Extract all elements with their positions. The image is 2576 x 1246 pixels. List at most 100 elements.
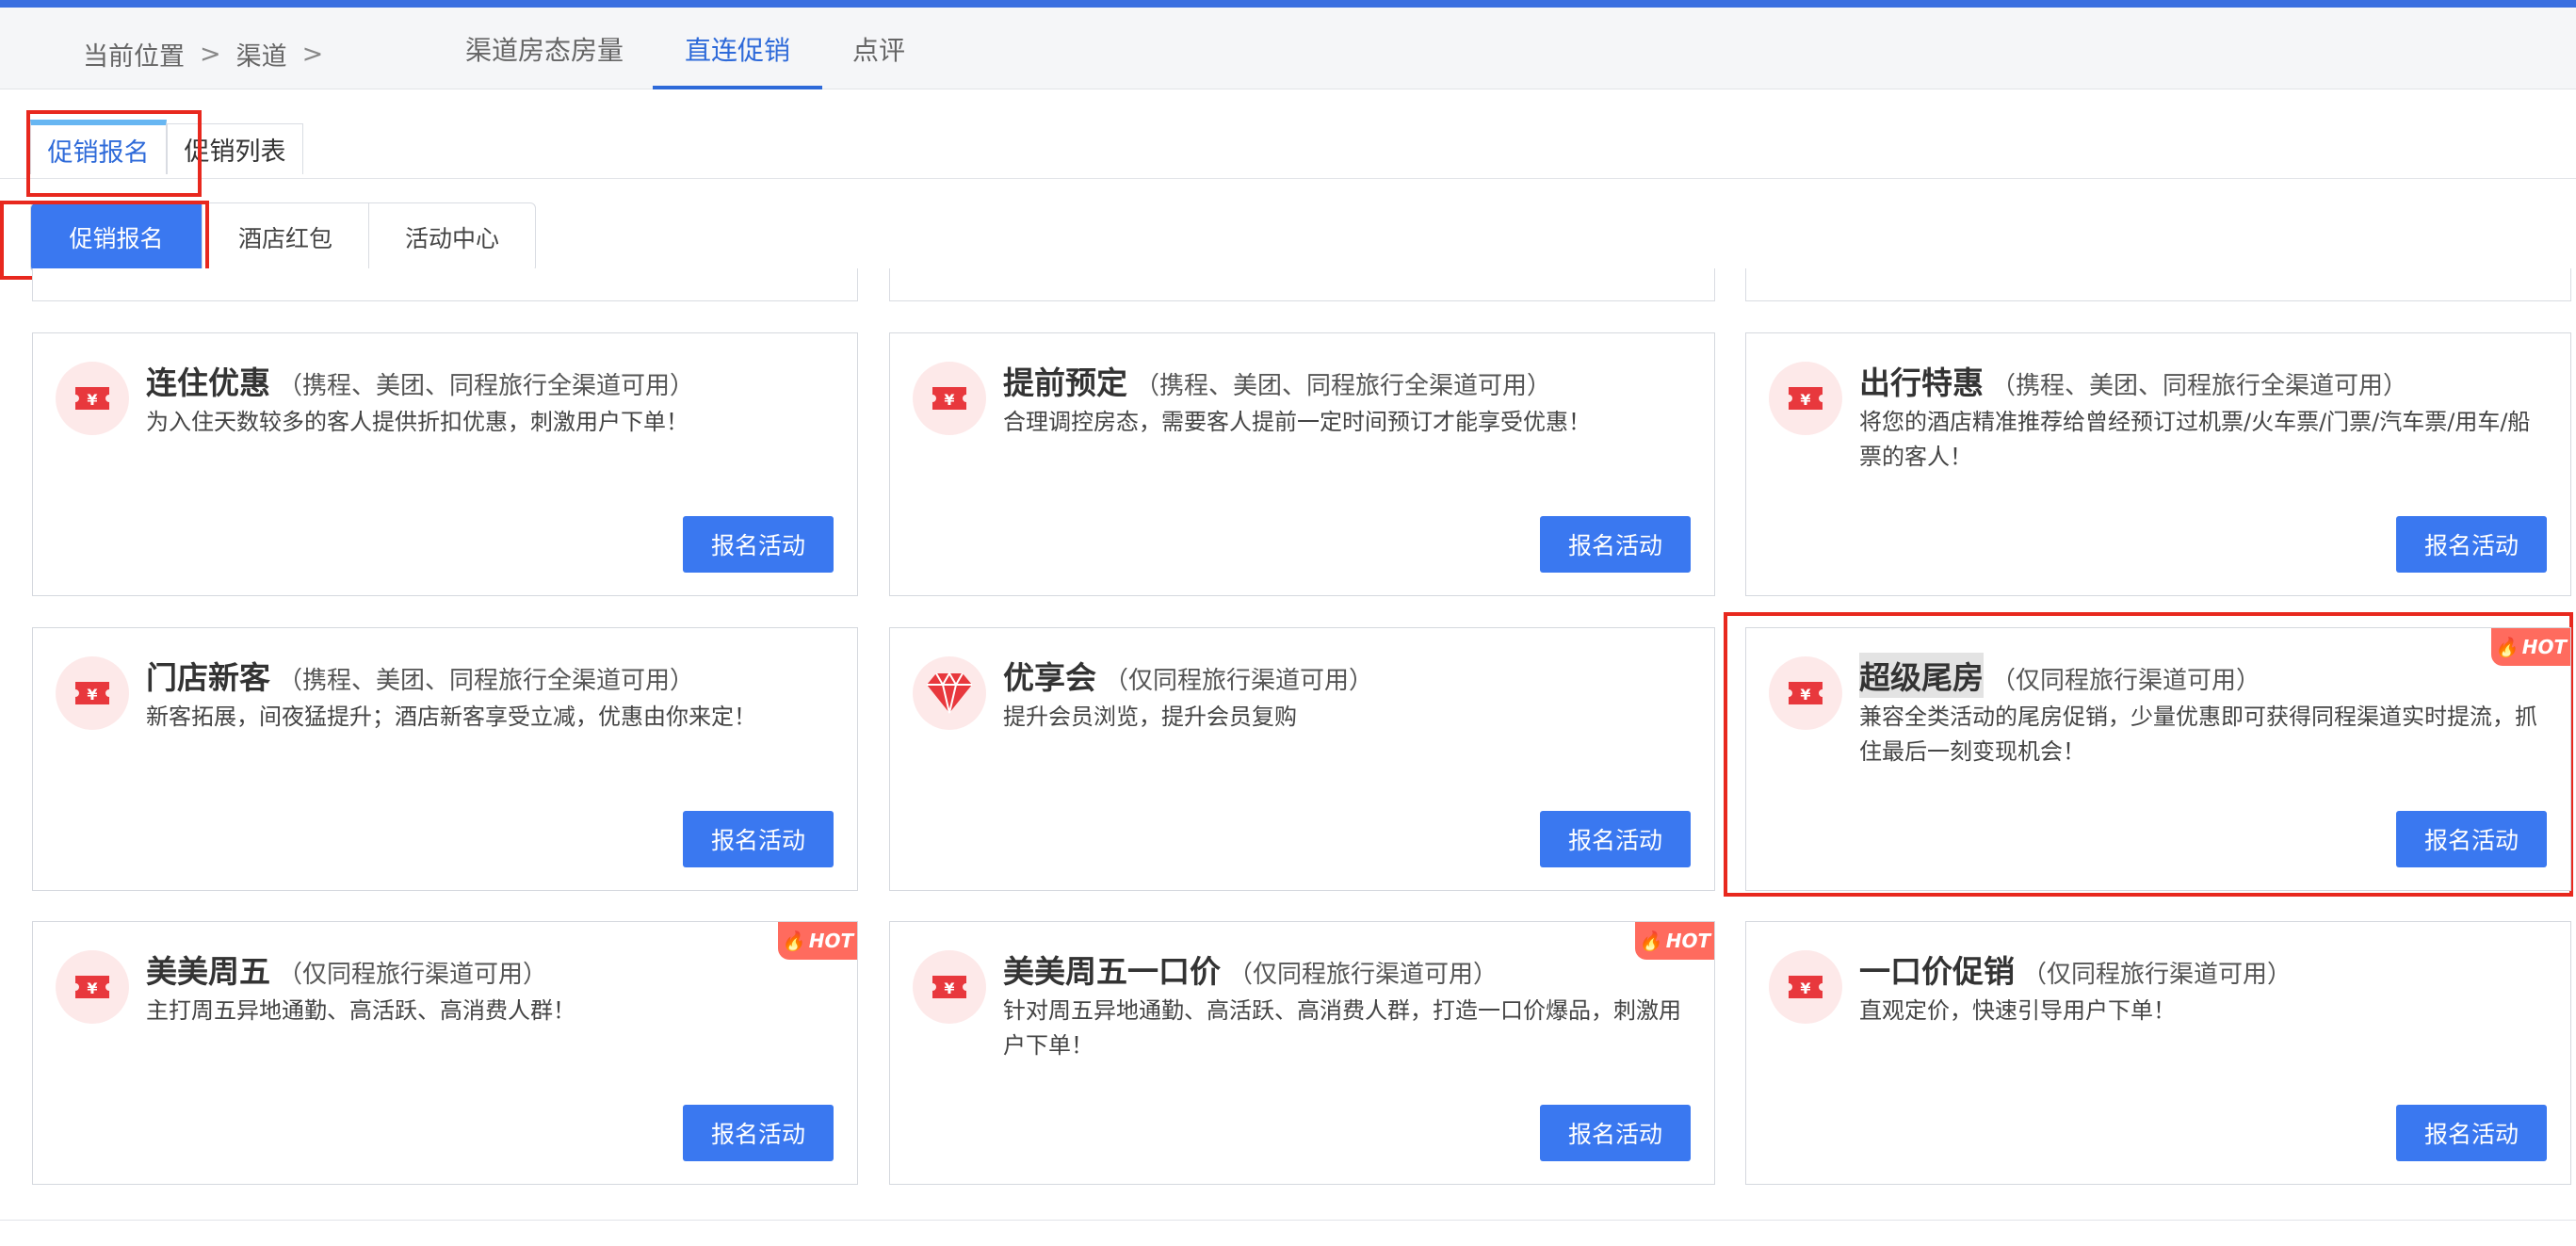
- card-title-row: 美美周五 （仅同程旅行渠道可用）: [146, 947, 838, 992]
- card-partial: [1745, 268, 2571, 301]
- flame-icon: 🔥: [1638, 930, 1662, 952]
- breadcrumb: 当前位置 > 渠道 >: [83, 36, 323, 73]
- tab-channel-room-status[interactable]: 渠道房态房量: [465, 30, 624, 89]
- card-title-row: 门店新客 （携程、美团、同程旅行全渠道可用）: [146, 653, 838, 698]
- breadcrumb-separator: >: [301, 40, 324, 69]
- card-title: 超级尾房: [1859, 653, 1984, 698]
- signup-activity-button[interactable]: 报名活动: [683, 1105, 834, 1161]
- breadcrumb-current-position: 当前位置: [83, 42, 185, 72]
- promotion-card: ¥ 提前预定 （携程、美团、同程旅行全渠道可用） 合理调控房态，需要客人提前一定时间预…: [889, 332, 1715, 596]
- promotion-card: ¥ 出行特惠 （携程、美团、同程旅行全渠道可用） 将您的酒店精准推荐给曾经预订过机票/…: [1745, 332, 2571, 596]
- card-title-row: 一口价促销 （仅同程旅行渠道可用）: [1859, 947, 2552, 992]
- sub-tabs: 促销报名 促销列表: [0, 89, 2576, 179]
- flame-icon: 🔥: [781, 930, 805, 952]
- promotion-card: ¥ 超级尾房 （仅同程旅行渠道可用） 兼容全类活动的尾房促销，少量优惠即可获得同程渠道…: [1745, 627, 2571, 891]
- card-channel-scope: （仅同程旅行渠道可用）: [278, 961, 548, 989]
- card-title: 优享会: [1003, 659, 1096, 696]
- promotion-card: ¥ 连住优惠 （携程、美团、同程旅行全渠道可用） 为入住天数较多的客人提供折扣优惠，刺…: [32, 332, 858, 596]
- card-partial: [889, 268, 1715, 301]
- diamond-icon: [913, 656, 986, 730]
- top-accent-bar: [0, 0, 2576, 8]
- page-header: 当前位置 > 渠道 > 渠道房态房量 直连促销 点评: [0, 8, 2576, 89]
- card-channel-scope: （仅同程旅行渠道可用）: [2022, 961, 2292, 989]
- breadcrumb-separator: >: [200, 40, 221, 69]
- card-description: 为入住天数较多的客人提供折扣优惠，刺激用户下单！: [146, 409, 689, 435]
- card-channel-scope: （仅同程旅行渠道可用）: [1228, 961, 1499, 989]
- card-title: 提前预定: [1003, 364, 1127, 401]
- hot-badge-label: HOT: [808, 930, 854, 952]
- tab-promotion-list[interactable]: 促销列表: [167, 123, 303, 174]
- card-description: 针对周五异地通勤、高活跃、高消费人群，打造一口价爆品，刺激用户下单！: [1003, 997, 1681, 1059]
- card-description: 提升会员浏览，提升会员复购: [1003, 704, 1297, 730]
- card-title-row: 提前预定 （携程、美团、同程旅行全渠道可用）: [1003, 358, 1695, 403]
- ticket-yuan-icon: ¥: [1769, 362, 1842, 435]
- signup-activity-button[interactable]: 报名活动: [2396, 516, 2547, 573]
- promotion-card: 优享会 （仅同程旅行渠道可用） 提升会员浏览，提升会员复购报名活动: [889, 627, 1715, 891]
- ticket-yuan-icon: ¥: [1769, 950, 1842, 1024]
- segment-activity-center[interactable]: 活动中心: [369, 203, 535, 271]
- svg-text:¥: ¥: [1800, 979, 1810, 997]
- hot-badge-label: HOT: [2521, 636, 2568, 658]
- card-description: 兼容全类活动的尾房促销，少量优惠即可获得同程渠道实时提流，抓住最后一刻变现机会！: [1859, 704, 2537, 765]
- svg-text:¥: ¥: [87, 979, 97, 997]
- signup-activity-button[interactable]: 报名活动: [683, 811, 834, 867]
- promotion-type-segment: 促销报名 酒店红包 活动中心: [30, 202, 536, 272]
- card-title-row: 出行特惠 （携程、美团、同程旅行全渠道可用）: [1859, 358, 2552, 403]
- card-description: 直观定价，快速引导用户下单！: [1859, 997, 2176, 1024]
- ticket-yuan-icon: ¥: [56, 362, 129, 435]
- card-channel-scope: （仅同程旅行渠道可用）: [1991, 667, 2261, 695]
- divider: [0, 178, 2576, 179]
- card-description: 新客拓展，间夜猛提升；酒店新客享受立减，优惠由你来定！: [146, 704, 756, 730]
- hot-badge-label: HOT: [1665, 930, 1711, 952]
- card-title: 美美周五: [146, 953, 270, 990]
- signup-activity-button[interactable]: 报名活动: [2396, 811, 2547, 867]
- svg-text:¥: ¥: [1800, 686, 1810, 704]
- ticket-yuan-icon: ¥: [913, 950, 986, 1024]
- card-title: 门店新客: [146, 659, 270, 696]
- breadcrumb-channel[interactable]: 渠道: [236, 36, 287, 73]
- svg-text:¥: ¥: [944, 391, 954, 409]
- card-title: 一口价促销: [1859, 953, 2015, 990]
- bottom-status-strip: [0, 1220, 2576, 1246]
- svg-text:¥: ¥: [1800, 391, 1810, 409]
- svg-text:¥: ¥: [87, 391, 97, 409]
- promotion-card: ¥ 美美周五 （仅同程旅行渠道可用） 主打周五异地通勤、高活跃、高消费人群！ 报名活动 🔥…: [32, 921, 858, 1185]
- card-title: 出行特惠: [1859, 364, 1984, 401]
- card-description: 主打周五异地通勤、高活跃、高消费人群！: [146, 997, 575, 1024]
- hot-badge: 🔥 HOT: [778, 922, 857, 960]
- card-title-row: 超级尾房 （仅同程旅行渠道可用）: [1859, 653, 2552, 698]
- promotion-card: ¥ 一口价促销 （仅同程旅行渠道可用） 直观定价，快速引导用户下单！ 报名活动: [1745, 921, 2571, 1185]
- card-channel-scope: （携程、美团、同程旅行全渠道可用）: [278, 667, 695, 695]
- tab-direct-promotion[interactable]: 直连促销: [652, 30, 823, 89]
- signup-activity-button[interactable]: 报名活动: [2396, 1105, 2547, 1161]
- card-partial: [32, 268, 858, 301]
- ticket-yuan-icon: ¥: [56, 656, 129, 730]
- svg-text:¥: ¥: [87, 686, 97, 704]
- signup-activity-button[interactable]: 报名活动: [1540, 1105, 1691, 1161]
- hot-badge: 🔥 HOT: [2491, 628, 2570, 666]
- ticket-yuan-icon: ¥: [56, 950, 129, 1024]
- card-channel-scope: （携程、美团、同程旅行全渠道可用）: [1991, 372, 2408, 400]
- card-title-row: 连住优惠 （携程、美团、同程旅行全渠道可用）: [146, 358, 838, 403]
- promotion-card: ¥ 美美周五一口价 （仅同程旅行渠道可用） 针对周五异地通勤、高活跃、高消费人群，打造…: [889, 921, 1715, 1185]
- card-channel-scope: （携程、美团、同程旅行全渠道可用）: [278, 372, 695, 400]
- flame-icon: 🔥: [2494, 636, 2519, 658]
- card-title-row: 美美周五一口价 （仅同程旅行渠道可用）: [1003, 947, 1695, 992]
- hot-badge: 🔥 HOT: [1635, 922, 1714, 960]
- ticket-yuan-icon: ¥: [913, 362, 986, 435]
- card-title: 美美周五一口价: [1003, 953, 1221, 990]
- card-description: 合理调控房态，需要客人提前一定时间预订才能享受优惠！: [1003, 409, 1591, 435]
- card-title-row: 优享会 （仅同程旅行渠道可用）: [1003, 653, 1695, 698]
- card-description: 将您的酒店精准推荐给曾经预订过机票/火车票/门票/汽车票/用车/船票的客人！: [1859, 409, 2531, 470]
- signup-activity-button[interactable]: 报名活动: [683, 516, 834, 573]
- signup-activity-button[interactable]: 报名活动: [1540, 811, 1691, 867]
- signup-activity-button[interactable]: 报名活动: [1540, 516, 1691, 573]
- card-title: 连住优惠: [146, 364, 270, 401]
- card-channel-scope: （仅同程旅行渠道可用）: [1104, 667, 1374, 695]
- promotion-card: ¥ 门店新客 （携程、美团、同程旅行全渠道可用） 新客拓展，间夜猛提升；酒店新客享受立…: [32, 627, 858, 891]
- tab-promotion-signup[interactable]: 促销报名: [30, 120, 167, 174]
- ticket-yuan-icon: ¥: [1769, 656, 1842, 730]
- tab-reviews[interactable]: 点评: [852, 30, 905, 89]
- segment-hotel-red-packet[interactable]: 酒店红包: [203, 203, 369, 271]
- segment-promotion-signup[interactable]: 促销报名: [31, 203, 203, 271]
